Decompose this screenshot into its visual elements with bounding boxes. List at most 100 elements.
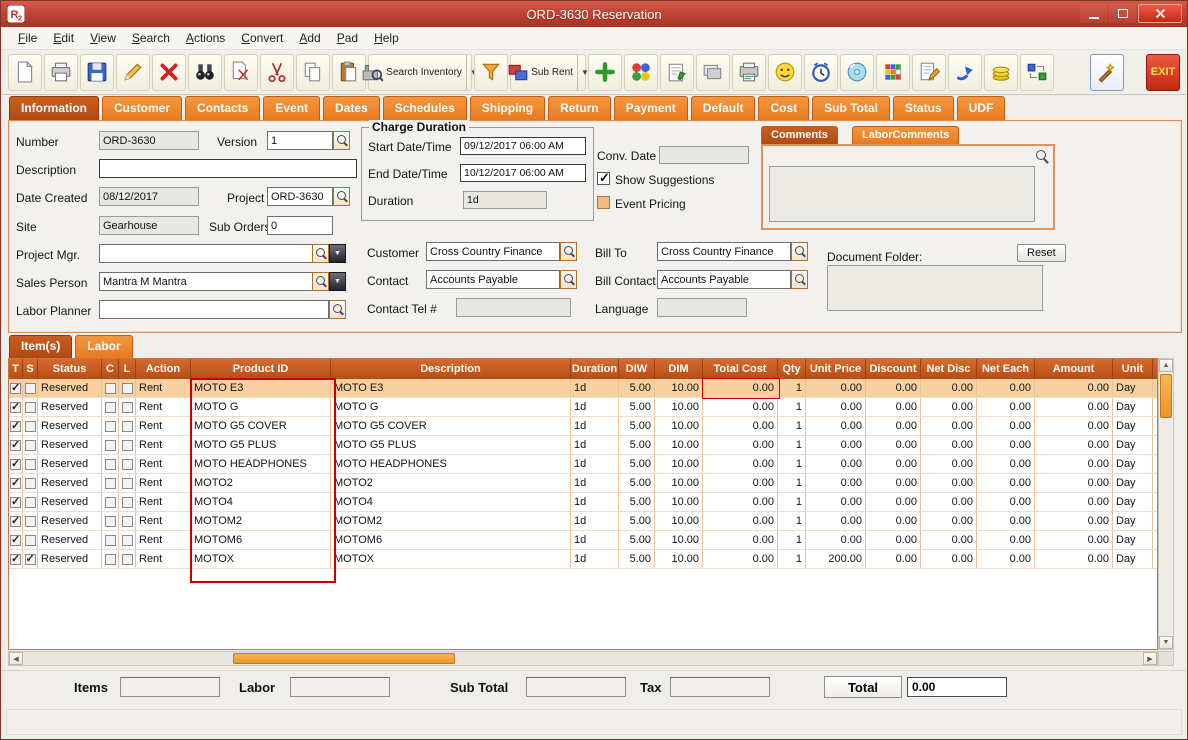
column-header-amount[interactable]: Amount [1035,359,1113,379]
l-checkbox[interactable] [122,554,133,565]
s-checkbox[interactable] [25,459,36,470]
tab-return[interactable]: Return [548,96,611,120]
maximize-button[interactable] [1109,4,1136,23]
tab-laborcomments[interactable]: LaborComments [852,126,959,144]
sales-person-search-icon[interactable] [312,272,329,291]
disc-button[interactable] [840,54,874,91]
column-header-unit-price[interactable]: Unit Price [806,359,866,379]
cut-document-button[interactable] [224,54,258,91]
menu-item-actions[interactable]: Actions [178,27,233,49]
c-checkbox[interactable] [105,440,116,451]
s-checkbox[interactable] [25,383,36,394]
color-group-button[interactable] [624,54,658,91]
delete-button[interactable] [152,54,186,91]
column-header-c[interactable]: C [102,359,119,379]
conv-date-field[interactable] [659,146,749,164]
tab-event[interactable]: Event [263,96,320,120]
column-header-net-each[interactable]: Net Each [977,359,1035,379]
l-checkbox[interactable] [122,459,133,470]
table-row[interactable]: ReservedRentMOTO E3MOTO E31d5.0010.000.0… [9,379,1157,398]
date-created-field[interactable]: 08/12/2017 [99,187,199,206]
column-header-l[interactable]: L [119,359,136,379]
grid-horizontal-scrollbar[interactable]: ◀ ▶ [8,651,1158,666]
scroll-right-icon[interactable]: ▶ [1143,652,1157,665]
l-checkbox[interactable] [122,535,133,546]
l-checkbox[interactable] [122,421,133,432]
transfer-button[interactable] [1020,54,1054,91]
tab-sub-total[interactable]: Sub Total [812,96,890,120]
horizontal-scroll-thumb[interactable] [233,653,455,664]
l-checkbox[interactable] [122,478,133,489]
sub-orders-field[interactable]: 0 [267,216,333,235]
menu-item-search[interactable]: Search [124,27,178,49]
menu-item-add[interactable]: Add [291,27,328,49]
menu-item-convert[interactable]: Convert [233,27,291,49]
column-header-discount[interactable]: Discount [866,359,921,379]
tab-udf[interactable]: UDF [957,96,1006,120]
table-row[interactable]: ReservedRentMOTOM6MOTOM61d5.0010.000.001… [9,531,1157,550]
tab-payment[interactable]: Payment [614,96,688,120]
column-header-action[interactable]: Action [136,359,191,379]
tab-shipping[interactable]: Shipping [470,96,545,120]
funnel-button[interactable] [474,54,508,91]
tab-status[interactable]: Status [893,96,954,120]
c-checkbox[interactable] [105,535,116,546]
labor-planner-field[interactable] [99,300,329,319]
c-checkbox[interactable] [105,402,116,413]
column-header-net-disc[interactable]: Net Disc [921,359,977,379]
cube-button[interactable] [876,54,910,91]
c-checkbox[interactable] [105,554,116,565]
project-search-icon[interactable] [333,187,350,206]
table-row[interactable]: ReservedRentMOTO4MOTO41d5.0010.000.0010.… [9,493,1157,512]
copy-button[interactable] [296,54,330,91]
tab-comments[interactable]: Comments [761,126,838,144]
report-button[interactable] [732,54,766,91]
column-header-unit[interactable]: Unit [1113,359,1153,379]
search-inventory-button[interactable]: Search Inventory▼ [368,54,472,91]
minimize-button[interactable] [1080,4,1107,23]
column-header-total-cost[interactable]: Total Cost [703,359,778,379]
site-field[interactable]: Gearhouse [99,216,199,235]
paste-button[interactable] [332,54,366,91]
grid-vertical-scrollbar[interactable]: ▲ ▼ [1158,358,1174,650]
s-checkbox[interactable] [25,554,36,565]
t-checkbox[interactable] [10,554,21,565]
table-row[interactable]: ReservedRentMOTOXMOTOX1d5.0010.000.00120… [9,550,1157,569]
s-checkbox[interactable] [25,535,36,546]
contact-field[interactable]: Accounts Payable [426,270,560,289]
table-row[interactable]: ReservedRentMOTO GMOTO G1d5.0010.000.001… [9,398,1157,417]
duration-field[interactable]: 1d [463,191,547,209]
sales-person-dropdown-icon[interactable]: ▼ [329,272,346,291]
s-checkbox[interactable] [25,478,36,489]
column-header-diw[interactable]: DIW [619,359,655,379]
menu-item-pad[interactable]: Pad [329,27,366,49]
tab-default[interactable]: Default [691,96,756,120]
t-checkbox[interactable] [10,421,21,432]
menu-item-view[interactable]: View [82,27,124,49]
l-checkbox[interactable] [122,440,133,451]
column-header-dim[interactable]: DIM [655,359,703,379]
comments-search-icon[interactable] [1035,149,1050,164]
vertical-scroll-thumb[interactable] [1160,374,1172,418]
tab-schedules[interactable]: Schedules [383,96,467,120]
reset-button[interactable]: Reset [1017,244,1066,262]
t-checkbox[interactable] [10,440,21,451]
end-datetime-field[interactable]: 10/12/2017 06:00 AM [460,164,586,182]
total-value-field[interactable]: 0.00 [907,677,1007,697]
customer-search-icon[interactable] [560,242,577,261]
s-checkbox[interactable] [25,440,36,451]
contact-search-icon[interactable] [560,270,577,289]
column-header-s[interactable]: S [23,359,38,379]
column-header-duration[interactable]: Duration [571,359,619,379]
project-mgr-search-icon[interactable] [312,244,329,263]
c-checkbox[interactable] [105,459,116,470]
bill-contact-search-icon[interactable] [791,270,808,289]
s-checkbox[interactable] [25,497,36,508]
project-mgr-dropdown-icon[interactable]: ▼ [329,244,346,263]
scroll-left-icon[interactable]: ◀ [9,652,23,665]
number-field[interactable]: ORD-3630 [99,131,199,150]
items-total-field[interactable] [120,677,220,697]
find-button[interactable] [188,54,222,91]
c-checkbox[interactable] [105,421,116,432]
cut-button[interactable] [260,54,294,91]
